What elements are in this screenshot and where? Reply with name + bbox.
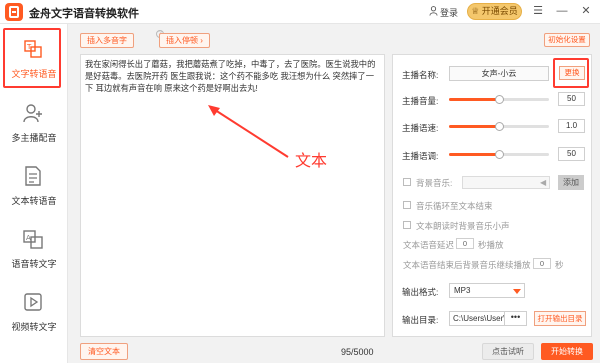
app-logo-icon	[5, 3, 23, 21]
open-output-dir-button[interactable]: 打开输出目录	[534, 311, 586, 326]
char-count: 95/5000	[341, 347, 374, 357]
text-speech-icon: T	[24, 40, 42, 58]
sidebar-item-text-to-speech[interactable]: T 文字转语音	[3, 28, 61, 88]
continue-label: 文本语音结束后背景音乐继续播放	[403, 260, 531, 270]
speed-slider[interactable]	[449, 122, 549, 131]
minimize-icon[interactable]: —	[555, 4, 569, 18]
volume-fill	[449, 98, 499, 101]
volume-input[interactable]: 50	[558, 92, 585, 106]
delay-unit: 秒播放	[478, 240, 504, 250]
user-icon[interactable]	[429, 6, 438, 16]
crown-icon: ♕	[471, 6, 480, 16]
menu-icon[interactable]: ☰	[531, 4, 545, 18]
annotation-label: 文本	[295, 153, 328, 170]
delay-value: 0	[462, 239, 468, 248]
delay-stepper[interactable]: 0	[456, 238, 474, 249]
continue-value: 0	[539, 259, 545, 268]
speech-text-icon: A	[23, 230, 43, 249]
speed-knob[interactable]	[495, 122, 504, 131]
chevron-down-icon[interactable]	[513, 289, 521, 294]
title-bar: 金舟文字语音转换软件 登录 ♕ 开通会员 ☰ — ✕	[0, 0, 600, 24]
init-settings-button[interactable]: 初始化设置	[544, 33, 590, 47]
sidebar-item-label: 文字转语音	[11, 69, 57, 79]
video-icon	[24, 293, 42, 311]
vip-button[interactable]: ♕ 开通会员	[467, 3, 522, 20]
start-convert-button[interactable]: 开始转换	[541, 343, 593, 360]
delay-label: 文本语音延迟	[403, 240, 455, 250]
insert-pause-button[interactable]: 插入停顿 ›	[159, 33, 210, 48]
pitch-fill	[449, 153, 499, 156]
pitch-input[interactable]: 50	[558, 147, 585, 161]
close-icon[interactable]: ✕	[579, 4, 593, 18]
login-button[interactable]: 登录	[440, 6, 458, 19]
sidebar-item-doc-to-speech[interactable]: 文本转语音	[0, 157, 68, 217]
volume-label: 主播音量:	[402, 96, 439, 106]
sidebar-item-label: 视频转文字	[11, 322, 57, 332]
clear-text-button[interactable]: 清空文本	[80, 343, 128, 360]
sidebar-item-label: 多主播配音	[11, 133, 57, 143]
loop-checkbox[interactable]	[403, 201, 411, 209]
speed-label: 主播语速:	[402, 123, 439, 133]
continue-stepper[interactable]: 0	[533, 258, 551, 269]
loop-label: 音乐循环至文本结束	[416, 201, 493, 211]
volume-knob[interactable]	[495, 95, 504, 104]
lower-volume-label: 文本朗读时背景音乐小声	[416, 221, 510, 231]
multi-user-icon	[23, 104, 42, 123]
sidebar-item-video-to-text[interactable]: 视频转文字	[0, 283, 68, 343]
continue-unit: 秒	[555, 260, 564, 270]
bg-music-label: 背景音乐:	[416, 178, 453, 188]
pitch-slider[interactable]	[449, 150, 549, 159]
sidebar-item-label: 文本转语音	[11, 196, 57, 206]
format-label: 输出格式:	[402, 287, 439, 297]
sidebar-item-multi-anchor[interactable]: 多主播配音	[0, 94, 68, 154]
anchor-name-label: 主播名称:	[402, 70, 439, 80]
annotation-arrow-icon	[208, 105, 289, 158]
output-dir-label: 输出目录:	[402, 315, 439, 325]
pitch-knob[interactable]	[495, 150, 504, 159]
vip-label: 开通会员	[481, 6, 518, 16]
app-title: 金舟文字语音转换软件	[29, 8, 139, 20]
add-music-button[interactable]: 添加	[558, 175, 584, 190]
speaker-icon: ◀	[540, 178, 547, 187]
bg-music-checkbox[interactable]	[403, 178, 411, 186]
chevron-right-icon: ›	[200, 36, 203, 45]
swap-anchor-button[interactable]: 更换	[559, 66, 585, 80]
text-input[interactable]: 我在家闲得长出了蘑菇，我把蘑菇煮了吃掉，中毒了，去了医院。医生说我中的是好菇毒。…	[80, 54, 385, 337]
svg-text:A: A	[26, 234, 31, 242]
lower-volume-checkbox[interactable]	[403, 221, 411, 229]
sidebar-item-speech-to-text[interactable]: A 语音转文字	[0, 220, 68, 280]
insert-polyphone-button[interactable]: 插入多音字	[80, 33, 134, 48]
svg-text:T: T	[26, 43, 32, 51]
speed-input[interactable]: 1.0	[558, 119, 585, 133]
insert-pause-label: 插入停顿	[166, 36, 198, 45]
browse-dir-button[interactable]: •••	[504, 312, 526, 325]
volume-slider[interactable]	[449, 95, 549, 104]
preview-button[interactable]: 点击试听	[482, 343, 534, 360]
pitch-label: 主播语调:	[402, 151, 439, 161]
sidebar-item-label: 语音转文字	[11, 259, 57, 269]
app-window: 金舟文字语音转换软件 登录 ♕ 开通会员 ☰ — ✕ T 文字转语音 多主播配音…	[0, 0, 600, 363]
bg-music-field: ◀	[462, 176, 550, 189]
anchor-name-field: 女声-小云	[449, 66, 549, 81]
sidebar: T 文字转语音 多主播配音 文本转语音 A 语音转文字 视频转文字	[0, 24, 68, 363]
document-icon	[25, 166, 41, 186]
speed-fill	[449, 125, 499, 128]
